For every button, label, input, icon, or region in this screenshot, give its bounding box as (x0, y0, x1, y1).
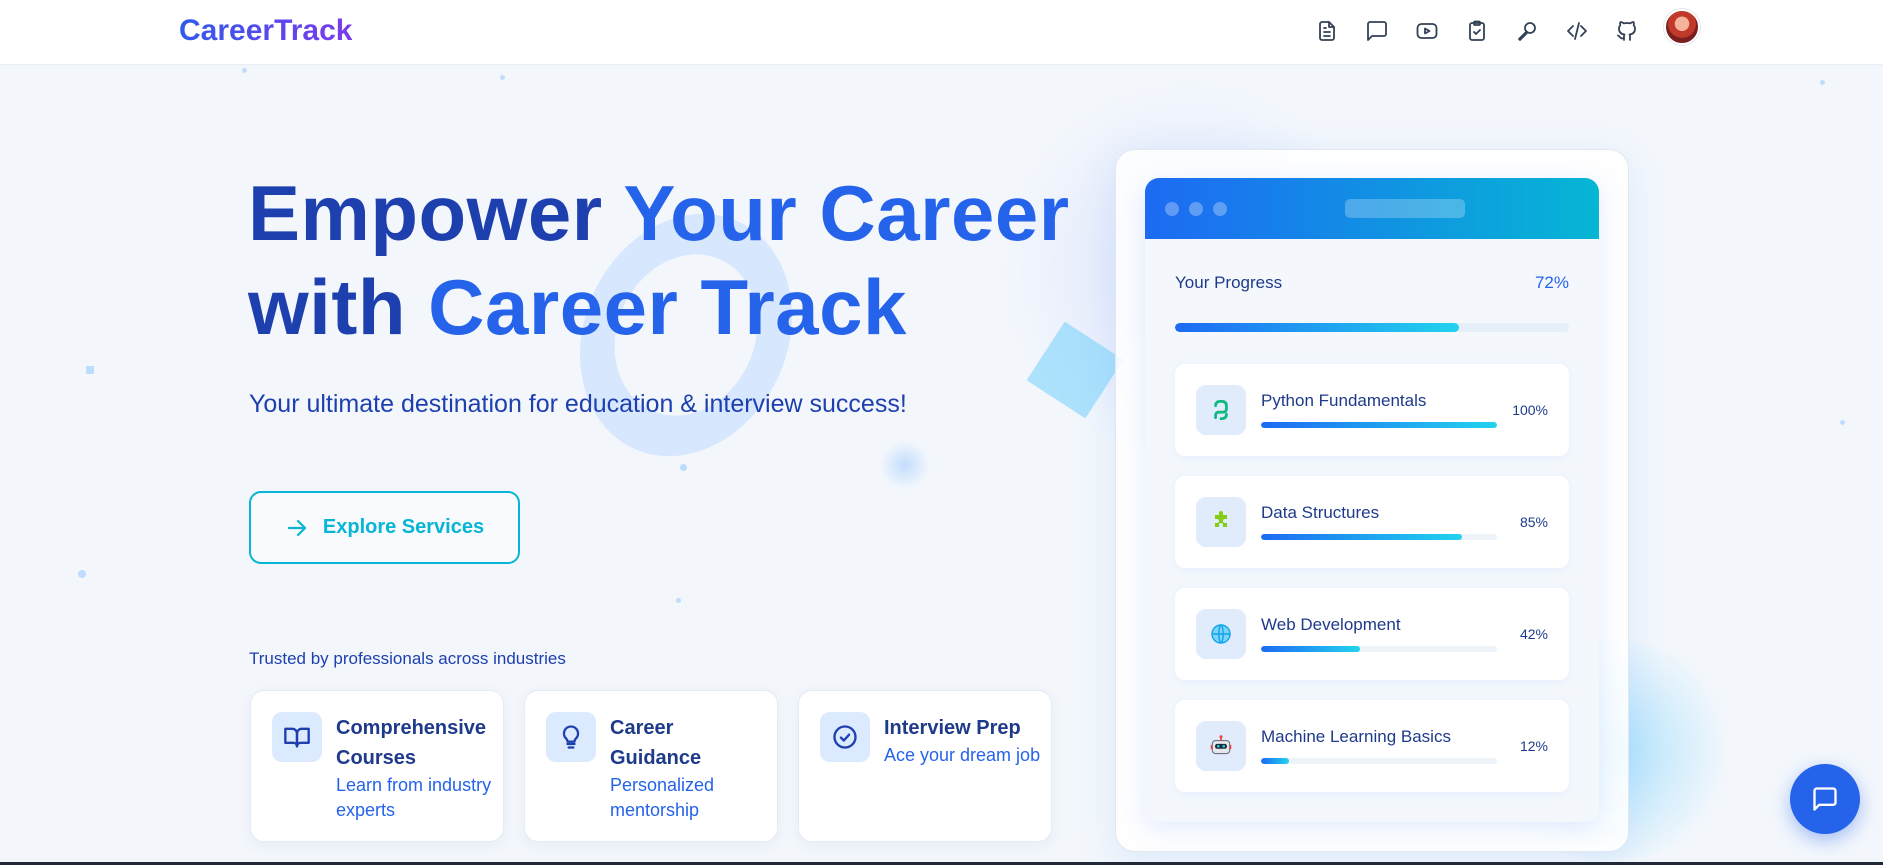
background-dot (1820, 80, 1825, 85)
document-icon[interactable] (1310, 14, 1344, 48)
course-progress-fill (1261, 646, 1361, 652)
window-dot (1189, 202, 1203, 216)
hero-title-accent: Your Career (623, 169, 1070, 257)
explore-services-button[interactable]: Explore Services (249, 491, 520, 564)
background-dot (78, 570, 86, 578)
user-avatar[interactable] (1664, 9, 1700, 45)
chat-icon (1813, 787, 1837, 811)
chat-button[interactable] (1790, 764, 1860, 834)
course-card[interactable]: Web Development 42% (1175, 588, 1569, 680)
background-dot (86, 366, 94, 374)
course-progress-bar (1261, 646, 1497, 652)
background-dot (1840, 420, 1845, 425)
feature-title: Career Guidance (610, 717, 702, 769)
background-dot (500, 75, 505, 80)
nav-icon-group (1310, 14, 1660, 48)
lightbulb-icon (546, 712, 596, 762)
message-icon[interactable] (1360, 14, 1394, 48)
background-dot (242, 68, 247, 73)
video-icon[interactable] (1410, 14, 1444, 48)
github-icon[interactable] (1610, 14, 1644, 48)
course-name: Data Structures (1261, 503, 1380, 522)
course-progress-fill (1261, 422, 1497, 428)
course-name: Machine Learning Basics (1261, 727, 1451, 746)
trusted-text: Trusted by professionals across industri… (249, 649, 566, 668)
check-circle-icon (820, 712, 870, 762)
progress-label: Your Progress (1175, 273, 1283, 292)
course-progress-bar (1261, 534, 1497, 540)
code-icon[interactable] (1560, 14, 1594, 48)
arrow-right-icon (287, 519, 306, 536)
course-name: Web Development (1261, 615, 1401, 634)
book-icon (272, 712, 322, 762)
course-progress-bar (1261, 758, 1497, 764)
feature-card-courses[interactable]: Comprehensive Courses Learn from industr… (250, 690, 504, 842)
course-card[interactable]: Data Structures 85% (1175, 476, 1569, 568)
dashboard-preview: Your Progress 72% Python Fundamentals 10… (1145, 178, 1599, 822)
window-dot (1165, 202, 1179, 216)
explore-services-label: Explore Services (322, 516, 485, 538)
hero-title-part: with (248, 263, 429, 351)
window-titlebar (1145, 178, 1599, 239)
background-blob (880, 440, 930, 490)
course-percent: 85% (1519, 514, 1548, 530)
course-progress-bar (1261, 422, 1497, 428)
course-percent: 100% (1512, 402, 1548, 418)
top-navbar: CareerTrack (0, 0, 1883, 65)
feature-description: Personalized mentorship (610, 775, 715, 820)
logo[interactable]: CareerTrack (179, 14, 352, 48)
course-card[interactable]: Python Fundamentals 100% (1175, 364, 1569, 456)
feature-description: Learn from industry experts (336, 775, 492, 820)
course-percent: 12% (1519, 738, 1548, 754)
window-address-bar (1345, 199, 1465, 218)
course-percent: 42% (1519, 626, 1548, 642)
feature-title: Comprehensive Courses (336, 717, 487, 769)
globe-icon (1196, 609, 1246, 659)
overall-progress-fill (1175, 323, 1459, 332)
robot-icon (1196, 721, 1246, 771)
feature-card-guidance[interactable]: Career Guidance Personalized mentorship (524, 690, 778, 842)
course-name: Python Fundamentals (1261, 391, 1427, 410)
background-dot (676, 598, 681, 603)
hero-title-part: Empower (248, 169, 624, 257)
course-card[interactable]: Machine Learning Basics 12% (1175, 700, 1569, 792)
overall-progress-bar (1175, 323, 1569, 332)
feature-description: Ace your dream job (884, 745, 1041, 765)
progress-percent: 72% (1534, 273, 1569, 292)
feature-card-interview[interactable]: Interview Prep Ace your dream job (798, 690, 1052, 842)
hero-title-accent: Career Track (428, 263, 907, 351)
hero-subtitle: Your ultimate destination for education … (249, 390, 907, 418)
microphone-icon[interactable] (1510, 14, 1544, 48)
feature-title: Interview Prep (884, 717, 1021, 739)
window-dot (1213, 202, 1227, 216)
python-icon (1196, 385, 1246, 435)
course-progress-fill (1261, 534, 1462, 540)
hero-title: Empower Your Career with Career Track (248, 166, 1070, 354)
clipboard-check-icon[interactable] (1460, 14, 1494, 48)
course-progress-fill (1261, 758, 1290, 764)
background-dot (680, 464, 687, 471)
puzzle-icon (1196, 497, 1246, 547)
